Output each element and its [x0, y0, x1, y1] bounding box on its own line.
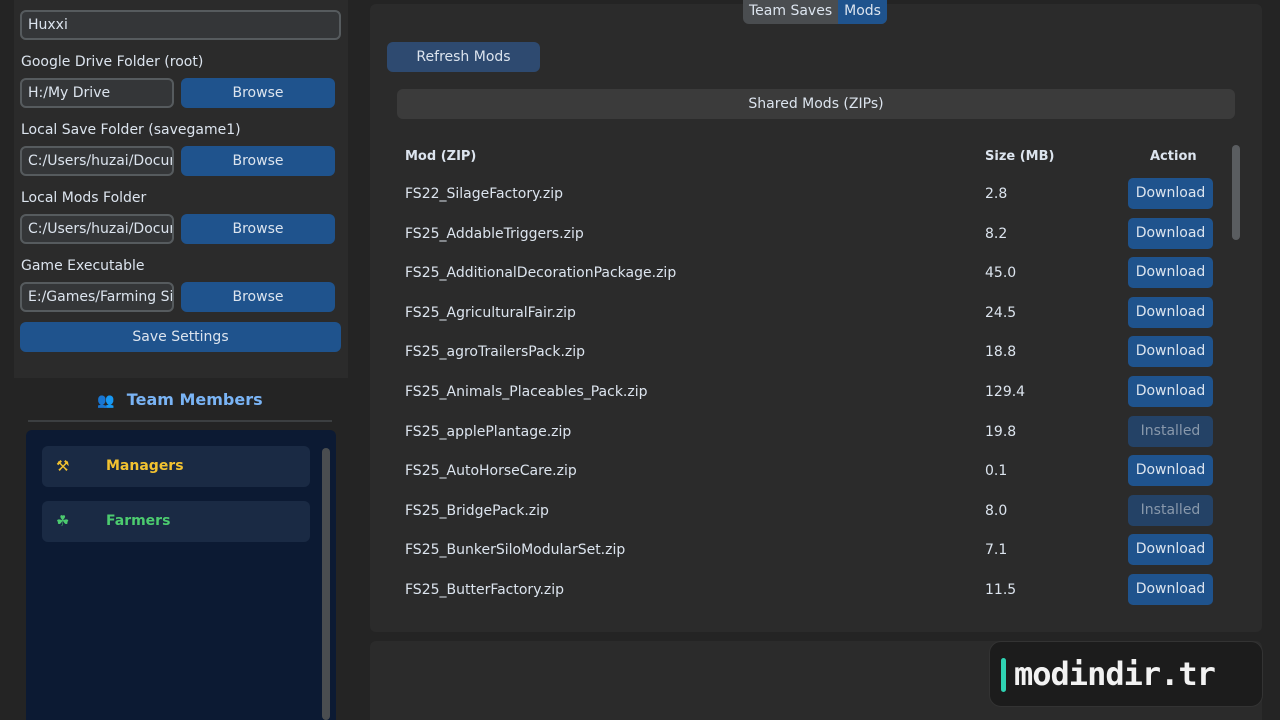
mods-folder-input[interactable]: C:/Users/huzai/Docur	[20, 214, 174, 244]
mod-size: 18.8	[985, 344, 1017, 361]
installed-button[interactable]: Installed	[1128, 494, 1213, 526]
download-button[interactable]: Download	[1128, 336, 1213, 368]
download-button[interactable]: Download	[1128, 455, 1213, 487]
column-header-action: Action	[1150, 149, 1197, 164]
table-row: FS25_BunkerSiloModularSet.zip 7.1 Download	[370, 534, 1262, 573]
save-folder-input[interactable]: C:/Users/huzai/Docur	[20, 146, 174, 176]
mod-size: 129.4	[985, 384, 1026, 400]
installed-button[interactable]: Installed	[1128, 415, 1213, 447]
group-farmers[interactable]: ☘ Farmers	[42, 501, 310, 542]
table-row: FS22_SilageFactory.zip 2.8 Download	[370, 178, 1262, 217]
table-row: FS25_BridgePack.zip 8.0 Installed	[370, 494, 1262, 534]
mod-name: FS25_AutoHorseCare.zip	[405, 463, 577, 480]
team-icon: 👥	[97, 393, 115, 409]
game-exe-label: Game Executable	[21, 258, 145, 274]
drive-browse-button[interactable]: Browse	[181, 78, 335, 108]
table-row: FS25_AgriculturalFair.zip 24.5 Download	[370, 296, 1262, 336]
app-window: Huxxi Google Drive Folder (root) H:/My D…	[0, 0, 1280, 720]
mod-name: FS25_BunkerSiloModularSet.zip	[405, 542, 626, 559]
username-input[interactable]: Huxxi	[20, 10, 341, 40]
mod-size: 8.0	[985, 502, 1008, 519]
team-list-scrollbar[interactable]	[322, 448, 330, 720]
team-members-list: ⚒ Managers ☘ Farmers	[26, 430, 336, 720]
column-header-size: Size (MB)	[985, 149, 1055, 164]
mod-size: 7.1	[985, 542, 1008, 559]
mod-size: 24.5	[985, 304, 1017, 321]
watermark-bar	[1001, 658, 1006, 692]
mods-folder-label: Local Mods Folder	[21, 190, 147, 206]
left-panel: Huxxi Google Drive Folder (root) H:/My D…	[0, 0, 362, 720]
mod-name: FS25_AdditionalDecorationPackage.zip	[405, 265, 677, 282]
mod-size: 0.1	[985, 463, 1008, 480]
mod-name: FS25_AgriculturalFair.zip	[405, 304, 576, 321]
download-button[interactable]: Download	[1128, 178, 1213, 209]
game-exe-input[interactable]: E:/Games/Farming Si	[20, 282, 174, 312]
download-button[interactable]: Download	[1128, 217, 1213, 249]
table-row: FS25_agroTrailersPack.zip 18.8 Download	[370, 336, 1262, 375]
table-row: FS25_ButterFactory.zip 11.5 Download	[370, 574, 1262, 613]
group-label: Managers	[106, 458, 184, 474]
save-browse-button[interactable]: Browse	[181, 146, 335, 176]
drive-folder-label: Google Drive Folder (root)	[21, 54, 204, 70]
mod-name: FS25_ButterFactory.zip	[405, 582, 565, 598]
mod-size: 8.2	[985, 225, 1008, 242]
exe-browse-button[interactable]: Browse	[181, 282, 335, 312]
mods-scrollbar[interactable]	[1232, 145, 1240, 240]
shared-mods-header: Shared Mods (ZIPs)	[397, 89, 1235, 119]
download-button[interactable]: Download	[1128, 376, 1213, 407]
download-button[interactable]: Download	[1128, 257, 1213, 289]
table-row: FS25_AutoHorseCare.zip 0.1 Download	[370, 455, 1262, 494]
divider	[28, 420, 332, 422]
watermark-text: modindir.tr	[1014, 655, 1216, 693]
save-folder-label: Local Save Folder (savegame1)	[21, 122, 241, 138]
mod-size: 11.5	[985, 582, 1017, 598]
refresh-mods-button[interactable]: Refresh Mods	[387, 42, 540, 72]
mods-panel: Refresh Mods Shared Mods (ZIPs) Mod (ZIP…	[370, 4, 1262, 632]
mod-size: 19.8	[985, 423, 1017, 440]
download-button[interactable]: Download	[1128, 534, 1213, 566]
mod-size: 45.0	[985, 265, 1017, 282]
drive-folder-input[interactable]: H:/My Drive	[20, 78, 174, 108]
tab-mods[interactable]: Mods	[838, 0, 887, 24]
mod-name: FS25_applePlantage.zip	[405, 423, 572, 440]
table-row: FS25_Animals_Placeables_Pack.zip 129.4 Dow…	[370, 376, 1262, 415]
table-row: FS25_AddableTriggers.zip 8.2 Download	[370, 217, 1262, 257]
mods-browse-button[interactable]: Browse	[181, 214, 335, 244]
mod-name: FS25_Animals_Placeables_Pack.zip	[405, 384, 648, 400]
group-label: Farmers	[106, 513, 171, 529]
watermark-logo: modindir.tr	[989, 641, 1263, 707]
table-row: FS25_applePlantage.zip 19.8 Installed	[370, 415, 1262, 455]
mod-size: 2.8	[985, 186, 1008, 202]
tab-team-saves[interactable]: Team Saves	[743, 0, 838, 24]
team-members-title: Team Members	[126, 390, 263, 409]
group-managers[interactable]: ⚒ Managers	[42, 446, 310, 487]
mod-name: FS25_AddableTriggers.zip	[405, 225, 584, 242]
column-header-mod: Mod (ZIP)	[405, 149, 477, 164]
table-row: FS25_AdditionalDecorationPackage.zip 45.0…	[370, 257, 1262, 296]
mod-name: FS25_BridgePack.zip	[405, 502, 549, 519]
farmer-icon: ☘	[56, 512, 70, 530]
mod-name: FS22_SilageFactory.zip	[405, 186, 563, 202]
download-button[interactable]: Download	[1128, 296, 1213, 328]
tab-bar: Team Saves Mods	[743, 0, 887, 24]
team-members-heading: 👥 Team Members	[28, 388, 332, 412]
tools-icon: ⚒	[56, 457, 70, 475]
download-button[interactable]: Download	[1128, 574, 1213, 605]
save-settings-button[interactable]: Save Settings	[20, 322, 341, 352]
mod-name: FS25_agroTrailersPack.zip	[405, 344, 586, 361]
